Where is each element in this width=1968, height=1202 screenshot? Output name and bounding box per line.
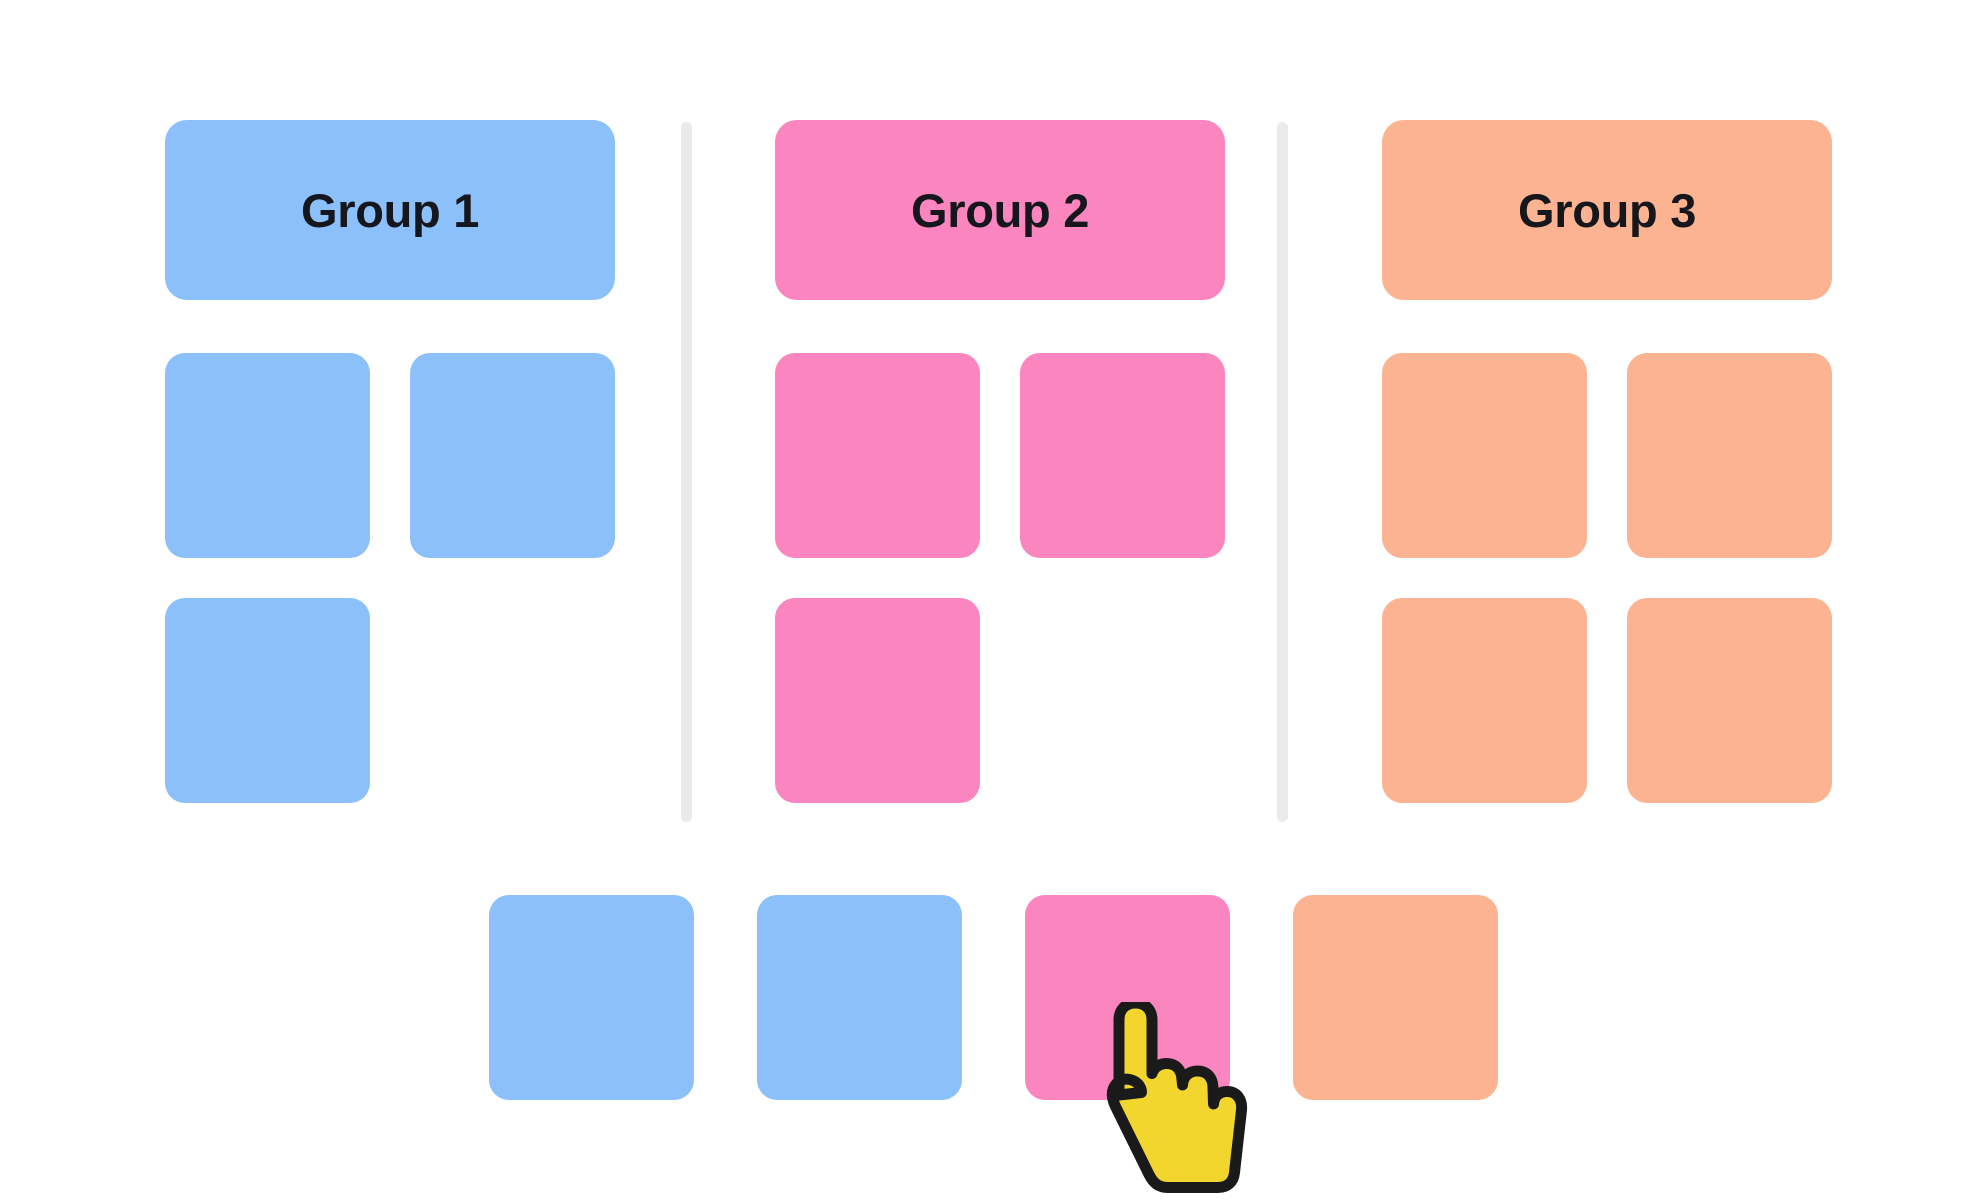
group-header-3[interactable]: Group 3 [1382,120,1832,300]
group-tile-slot-empty[interactable] [410,598,615,803]
group-tile[interactable] [1020,353,1225,558]
group-tile-grid-3 [1382,353,1832,803]
group-tile-slot-empty[interactable] [1020,598,1225,803]
group-column-2: Group 2 [775,120,1225,803]
group-header-2[interactable]: Group 2 [775,120,1225,300]
tray-tile[interactable] [1025,895,1230,1100]
group-column-1: Group 1 [165,120,615,803]
group-tile-grid-1 [165,353,615,803]
column-divider-1 [681,122,692,822]
unsorted-tile-tray [489,895,1498,1100]
group-tile[interactable] [410,353,615,558]
sorting-board: Group 1 Group 2 Group 3 [0,0,1968,1200]
group-header-1[interactable]: Group 1 [165,120,615,300]
group-column-3: Group 3 [1382,120,1832,803]
group-tile[interactable] [1382,353,1587,558]
group-tile-grid-2 [775,353,1225,803]
group-header-label-2: Group 2 [910,183,1090,237]
group-tile[interactable] [775,353,980,558]
tray-tile[interactable] [757,895,962,1100]
tray-tile[interactable] [489,895,694,1100]
tray-tile[interactable] [1293,895,1498,1100]
group-tile[interactable] [1627,353,1832,558]
group-header-label-1: Group 1 [300,183,480,237]
column-divider-2 [1277,122,1288,822]
group-tile[interactable] [775,598,980,803]
group-tile[interactable] [165,598,370,803]
group-header-label-3: Group 3 [1517,183,1697,237]
group-tile[interactable] [1627,598,1832,803]
group-tile[interactable] [165,353,370,558]
group-tile[interactable] [1382,598,1587,803]
